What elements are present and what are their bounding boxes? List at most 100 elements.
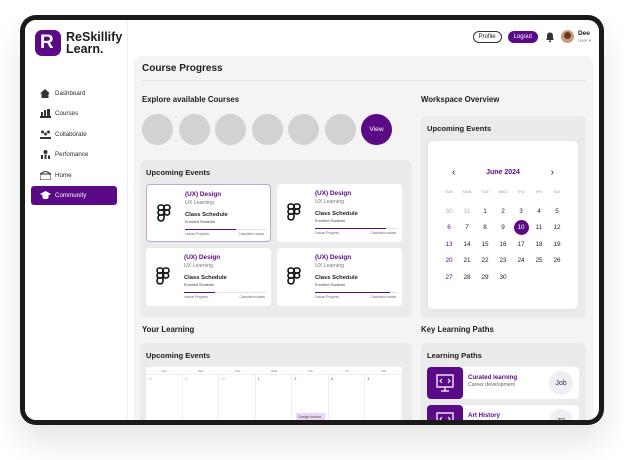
- mini-day[interactable]: 4: [365, 375, 403, 420]
- calendar-day[interactable]: 17: [512, 237, 530, 254]
- sidebar-item-community[interactable]: Community: [31, 185, 117, 205]
- sidebar-item-label: Home: [55, 171, 72, 179]
- event-card[interactable]: (UX) Design UX Learning Class Schedule Enro…: [277, 248, 402, 306]
- class-schedule-label: Class Schedule: [185, 212, 228, 218]
- calendar-day[interactable]: 20: [440, 253, 458, 270]
- calendar-day[interactable]: 13: [440, 237, 458, 254]
- calendar-day[interactable]: 8: [476, 220, 494, 237]
- calendar-day[interactable]: 5: [548, 204, 566, 221]
- course-thumb[interactable]: [324, 114, 356, 145]
- lesson-progress-label: Lesson Progress: [315, 231, 339, 235]
- mini-weekday: Thu: [308, 369, 314, 373]
- chevron-right-icon[interactable]: ›: [551, 167, 554, 178]
- event-card[interactable]: (UX) Design UX Learning Class Schedule Enro…: [146, 248, 271, 306]
- card-title: (UX) Design: [184, 254, 221, 261]
- learning-path-item[interactable]: Curated learning Career development Job: [427, 367, 579, 399]
- sidebar-item-label: Dashboard: [55, 90, 86, 97]
- calendar-day[interactable]: 6: [440, 220, 458, 237]
- logo-mark: R: [35, 30, 61, 56]
- user-info[interactable]: Dee User ▾: [578, 30, 591, 44]
- view-courses-button[interactable]: View: [361, 114, 392, 145]
- completion-status-label: Completion status: [370, 231, 396, 235]
- event-tag[interactable]: Design lecture: [296, 413, 327, 420]
- calendar-day[interactable]: 2: [494, 204, 512, 221]
- sidebar-item-home[interactable]: Home: [31, 166, 117, 185]
- mini-day[interactable]: 3: [329, 375, 366, 420]
- learning-path-item[interactable]: Art History 72: [427, 405, 579, 420]
- card-title: (UX) Design: [185, 191, 222, 198]
- course-thumb[interactable]: [142, 114, 173, 145]
- calendar-day[interactable]: 9: [494, 220, 512, 237]
- calendar-day[interactable]: 3: [512, 204, 530, 221]
- calendar-day[interactable]: 21: [458, 253, 476, 270]
- mini-weekday: Wed: [270, 369, 278, 373]
- calendar-weekday: MON: [462, 190, 472, 194]
- class-schedule-label: Class Schedule: [315, 275, 358, 281]
- calendar-day[interactable]: 10: [512, 220, 530, 237]
- home-icon: [39, 89, 51, 98]
- path-title: Art History: [468, 412, 500, 419]
- calendar-day[interactable]: 19: [548, 237, 566, 254]
- mini-day[interactable]: 26: [146, 375, 183, 420]
- progress-bar: [315, 227, 397, 229]
- calendar-day[interactable]: 11: [530, 220, 548, 237]
- course-thumb[interactable]: [215, 114, 246, 145]
- calendar-day[interactable]: 24: [512, 253, 530, 270]
- calendar-day[interactable]: 26: [548, 253, 566, 270]
- chevron-down-icon: ▾: [588, 37, 591, 43]
- mini-weekday: Mon: [197, 369, 204, 373]
- mini-day[interactable]: 1: [256, 375, 293, 420]
- figma-icon: [287, 203, 301, 221]
- calendar-day[interactable]: 25: [530, 253, 548, 270]
- brand-logo[interactable]: R ReSkillify Learn.: [35, 30, 122, 56]
- logout-button[interactable]: Logout: [507, 30, 538, 43]
- progress-bar: [184, 291, 266, 293]
- profile-button[interactable]: Profile: [472, 30, 502, 43]
- mini-day[interactable]: 28: [219, 375, 256, 420]
- calendar-day[interactable]: 27: [440, 270, 458, 287]
- calendar-day[interactable]: 28: [458, 270, 476, 287]
- collaborate-icon: [39, 130, 51, 139]
- mini-day[interactable]: 2 Design lecture: [292, 375, 329, 420]
- calendar-day[interactable]: 4: [530, 204, 548, 221]
- course-thumb[interactable]: [288, 114, 319, 145]
- sidebar-item-courses[interactable]: Courses: [31, 104, 117, 123]
- calendar-day[interactable]: 16: [494, 237, 512, 254]
- sidebar-item-collaborate[interactable]: Collaborate: [31, 125, 117, 144]
- calendar-day[interactable]: 15: [476, 237, 494, 254]
- avatar[interactable]: [560, 30, 574, 43]
- course-thumb[interactable]: [178, 114, 210, 145]
- home-alt-icon: [39, 170, 51, 180]
- code-monitor-icon: [427, 405, 463, 420]
- sidebar-item-label: Perfomance: [55, 151, 89, 159]
- calendar-day[interactable]: 30: [494, 270, 512, 287]
- figma-icon: [157, 204, 171, 222]
- event-card[interactable]: (UX) Design UX Learning Class Schedule Enro…: [146, 184, 271, 242]
- calendar-day[interactable]: 30: [440, 204, 458, 221]
- progress-fill: [315, 291, 391, 293]
- sidebar-item-label: Courses: [55, 110, 79, 118]
- calendar-day[interactable]: 1: [476, 204, 494, 221]
- calendar-weekday: SUN: [444, 190, 454, 194]
- mini-day[interactable]: 27: [183, 375, 220, 420]
- calendar-day[interactable]: 23: [494, 253, 512, 270]
- calendar-day[interactable]: 31: [458, 204, 476, 221]
- calendar-day[interactable]: 22: [476, 253, 494, 270]
- event-card[interactable]: (UX) Design UX Learning Class Schedule Enro…: [277, 184, 402, 242]
- figma-icon: [287, 267, 301, 285]
- progress-fill: [315, 227, 386, 229]
- progress-fill: [184, 291, 216, 293]
- course-thumb[interactable]: [251, 114, 283, 145]
- sidebar-item-perfomance[interactable]: Perfomance: [31, 145, 117, 164]
- calendar-day[interactable]: 14: [458, 237, 476, 254]
- calendar-day: [512, 270, 530, 287]
- calendar-day[interactable]: 29: [476, 270, 494, 287]
- bell-icon[interactable]: [544, 31, 556, 43]
- enrolled-students-label: Enrolled Students: [185, 219, 215, 224]
- calendar-day[interactable]: 18: [530, 237, 548, 254]
- card-subtitle: UX Learning: [184, 262, 213, 269]
- sidebar-item-dashboard[interactable]: Dashboard: [31, 84, 117, 103]
- calendar-day[interactable]: 7: [458, 220, 476, 237]
- calendar-weekday: FRI: [535, 190, 543, 194]
- calendar-day[interactable]: 12: [548, 220, 566, 237]
